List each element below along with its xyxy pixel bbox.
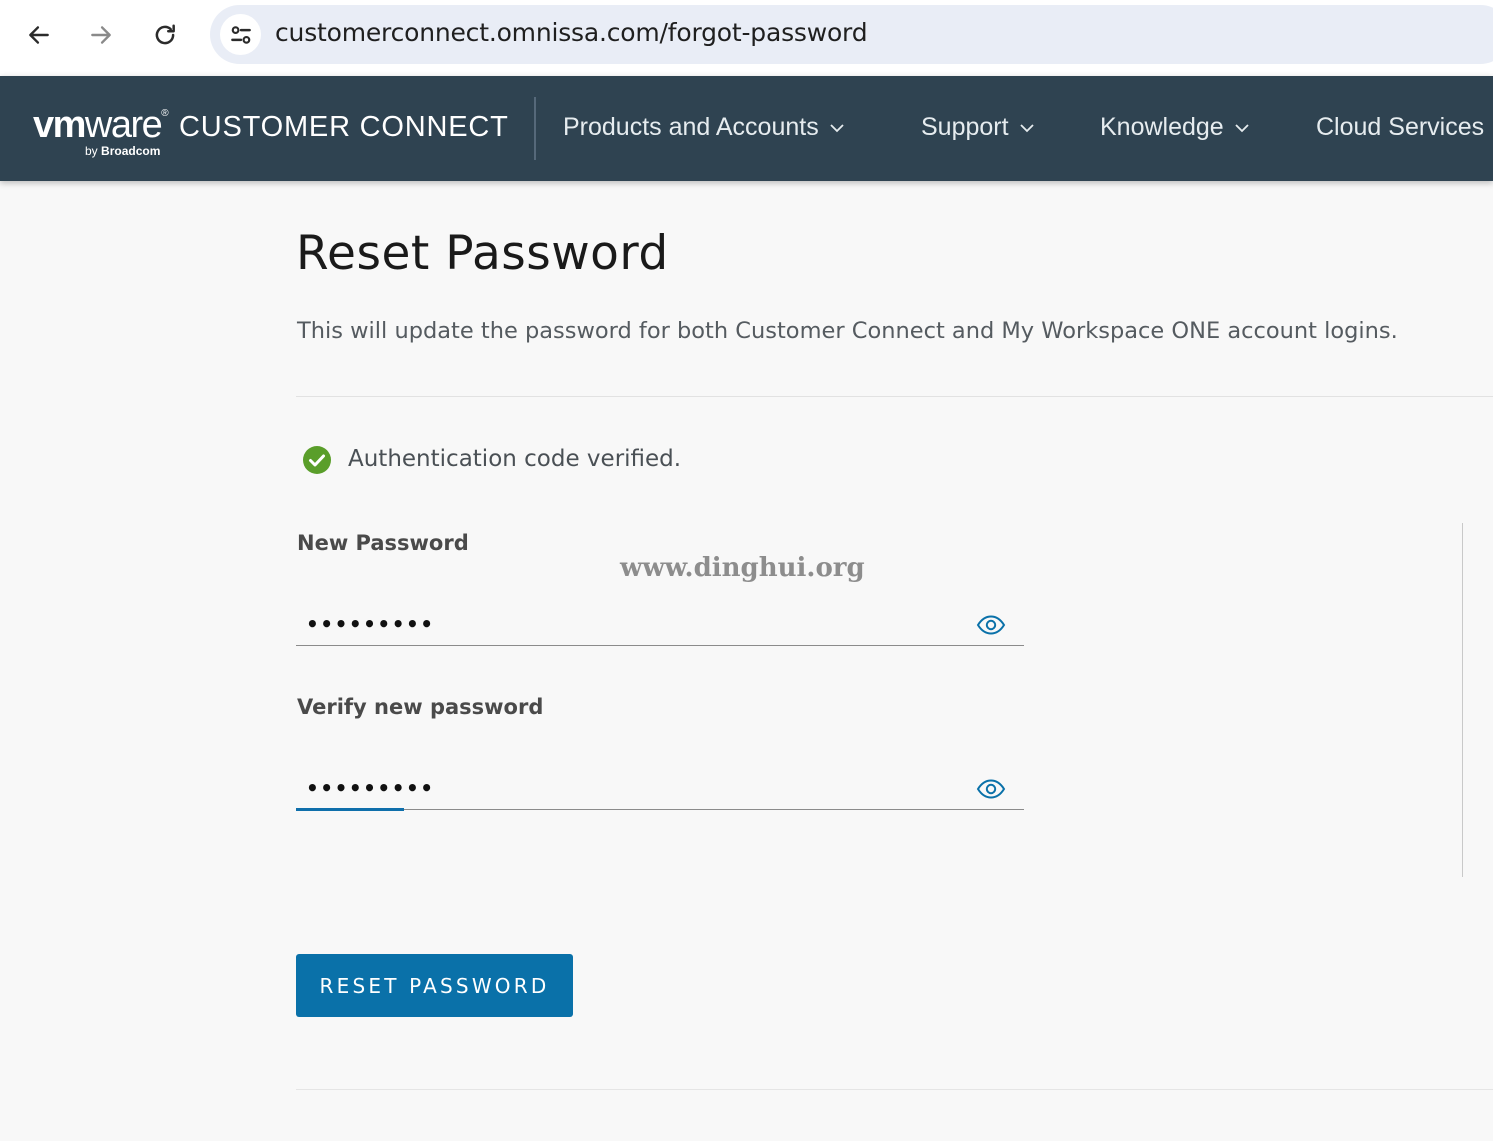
check-circle-icon (303, 446, 331, 474)
verify-password-field[interactable]: ••••••••• (296, 770, 1024, 811)
watermark: www.dinghui.org (620, 553, 865, 583)
header-divider (534, 97, 536, 160)
divider (296, 396, 1493, 397)
show-password-button[interactable] (976, 612, 1006, 638)
nav-support[interactable]: Support (921, 113, 1035, 142)
back-button[interactable] (18, 14, 60, 56)
chevron-down-icon (1019, 123, 1035, 133)
new-password-label: New Password (297, 531, 469, 555)
verify-password-label: Verify new password (297, 695, 544, 719)
reset-password-button[interactable]: RESET PASSWORD (296, 954, 573, 1017)
back-arrow-icon (29, 26, 49, 44)
eye-icon (976, 779, 1006, 799)
nav-cloud-services[interactable]: Cloud Services (1316, 113, 1484, 142)
address-bar[interactable]: customerconnect.omnissa.com/forgot-passw… (210, 5, 1493, 64)
site-settings-button[interactable] (220, 14, 261, 55)
chevron-down-icon (829, 123, 845, 133)
new-password-field[interactable]: ••••••••• (296, 606, 1024, 646)
eye-icon (976, 615, 1006, 635)
by-broadcom: by Broadcom (85, 144, 161, 158)
site-title[interactable]: CUSTOMER CONNECT (179, 111, 509, 144)
footer-divider (296, 1089, 1493, 1090)
page-title: Reset Password (296, 226, 669, 281)
new-password-input[interactable]: ••••••••• (306, 612, 435, 636)
forward-button[interactable] (80, 14, 122, 56)
forward-arrow-icon (91, 26, 111, 44)
nav-knowledge[interactable]: Knowledge (1100, 113, 1250, 142)
vertical-divider (1462, 523, 1463, 877)
chevron-down-icon (1234, 123, 1250, 133)
site-header: vmware® CUSTOMER CONNECT by Broadcom Pro… (0, 76, 1493, 181)
show-verify-password-button[interactable] (976, 776, 1006, 802)
focus-indicator (296, 808, 404, 811)
page-description: This will update the password for both C… (297, 318, 1398, 344)
reload-button[interactable] (144, 14, 186, 56)
reload-icon (155, 24, 175, 45)
vmware-logo[interactable]: vmware® (33, 104, 169, 147)
nav-products-and-accounts[interactable]: Products and Accounts (563, 113, 845, 142)
browser-toolbar: customerconnect.omnissa.com/forgot-passw… (0, 0, 1493, 76)
url-text[interactable]: customerconnect.omnissa.com/forgot-passw… (275, 18, 868, 47)
verified-message: Authentication code verified. (348, 446, 682, 472)
verify-password-input[interactable]: ••••••••• (306, 776, 435, 800)
site-settings-icon (230, 25, 251, 44)
